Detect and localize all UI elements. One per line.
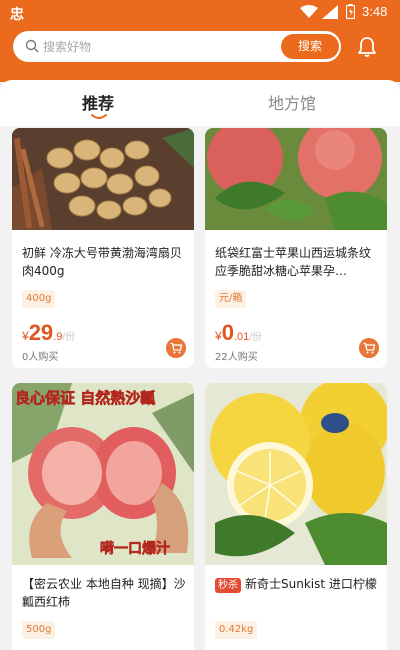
product-image-lemons bbox=[205, 383, 387, 565]
signal-icon bbox=[322, 5, 338, 19]
main-panel: 推荐 地方馆 初鲜 冷冻大号带黄渤海湾扇贝肉400g 400g ¥29.9/份 … bbox=[0, 80, 400, 650]
product-name: 秒杀 新奇士Sunkist 进口柠檬 bbox=[215, 575, 379, 593]
product-name: 纸袋红富士苹果山西运城条纹应季脆甜冰糖心苹果孕… bbox=[215, 246, 372, 278]
battery-icon bbox=[346, 4, 355, 19]
tab-bar: 推荐 地方馆 bbox=[0, 80, 400, 124]
app-notification-icon: 忠 bbox=[10, 7, 24, 23]
search-bar: 搜索 bbox=[13, 31, 341, 62]
clock: 3:48 bbox=[362, 4, 388, 19]
product-card[interactable]: 初鲜 冷冻大号带黄渤海湾扇贝肉400g 400g ¥29.9/份 0人购买 bbox=[12, 128, 194, 368]
product-image-apples bbox=[205, 128, 387, 230]
buyer-count: 0人购买 bbox=[22, 352, 59, 363]
product-spec-tag: 0.42kg bbox=[215, 621, 258, 639]
header: 忠 3:48 搜索 bbox=[0, 0, 400, 82]
wifi-icon bbox=[300, 5, 318, 18]
buyer-count: 22人购买 bbox=[215, 352, 258, 363]
image-banner-top: 良心保证 自然熟沙瓤 bbox=[15, 389, 156, 408]
tab-local-pavilion[interactable]: 地方馆 bbox=[268, 90, 316, 114]
product-image-tomatoes: 良心保证 自然熟沙瓤 嗬一口爆汁 bbox=[12, 383, 194, 565]
flash-sale-badge: 秒杀 bbox=[215, 578, 241, 593]
product-spec-tag: 元/箱 bbox=[215, 290, 247, 308]
product-name: 初鲜 冷冻大号带黄渤海湾扇贝肉400g bbox=[22, 246, 182, 278]
product-name: 【密云农业 本地自种 现摘】沙瓤西红柿 bbox=[22, 577, 186, 609]
add-to-cart-icon[interactable] bbox=[166, 338, 186, 358]
active-tab-indicator bbox=[91, 114, 107, 119]
image-banner-bottom: 嗬一口爆汁 bbox=[100, 541, 171, 558]
product-card[interactable]: 秒杀 新奇士Sunkist 进口柠檬 0.42kg bbox=[205, 383, 387, 650]
product-price: ¥0.01/份 bbox=[215, 320, 263, 345]
product-grid: 初鲜 冷冻大号带黄渤海湾扇贝肉400g 400g ¥29.9/份 0人购买 纸袋… bbox=[0, 126, 400, 650]
product-card[interactable]: 良心保证 自然熟沙瓤 嗬一口爆汁 【密云农业 本地自种 现摘】沙瓤西红柿 500… bbox=[12, 383, 194, 650]
product-card[interactable]: 纸袋红富士苹果山西运城条纹应季脆甜冰糖心苹果孕… 元/箱 ¥0.01/份 22人… bbox=[205, 128, 387, 368]
search-icon bbox=[25, 39, 39, 53]
status-bar: 忠 3:48 bbox=[0, 0, 400, 26]
add-to-cart-icon[interactable] bbox=[359, 338, 379, 358]
product-price: ¥29.9/份 bbox=[22, 320, 76, 345]
search-button[interactable]: 搜索 bbox=[281, 34, 339, 59]
notification-bell-icon[interactable] bbox=[355, 35, 379, 59]
product-spec-tag: 500g bbox=[22, 621, 56, 639]
product-image-scallops bbox=[12, 128, 194, 230]
search-input[interactable] bbox=[43, 36, 273, 57]
tab-recommended[interactable]: 推荐 bbox=[82, 90, 114, 114]
product-spec-tag: 400g bbox=[22, 290, 56, 308]
